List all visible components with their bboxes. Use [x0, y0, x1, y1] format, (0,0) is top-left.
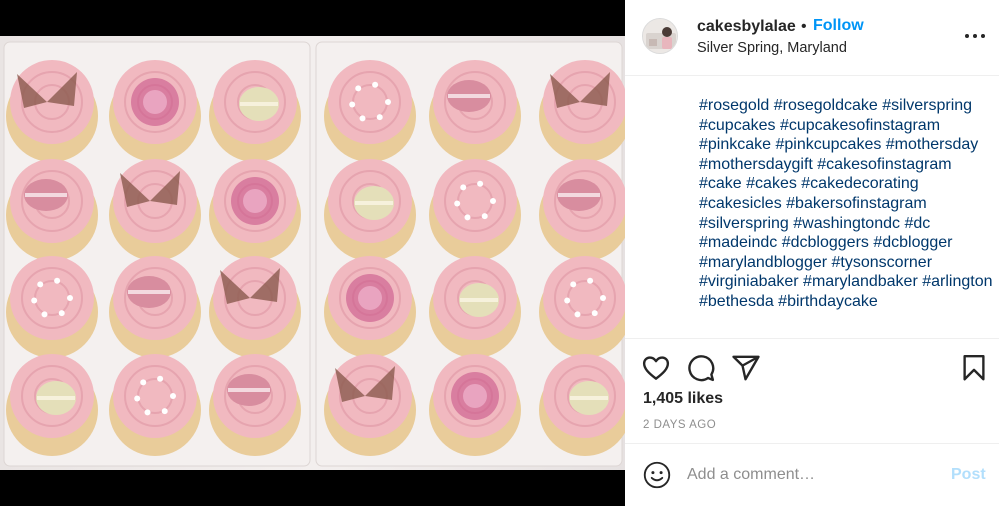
comment-bar: Post [625, 443, 999, 506]
cupcake [6, 159, 98, 261]
cupcake [209, 60, 301, 162]
cupcake [429, 354, 521, 456]
cupcake [109, 60, 201, 162]
cupcake [209, 256, 301, 358]
cupcake [6, 60, 98, 162]
heart-icon[interactable] [641, 353, 671, 383]
more-horizontal-icon[interactable] [963, 26, 987, 46]
cupcake-photo [3, 41, 625, 467]
post-media [0, 0, 625, 506]
post-image[interactable] [0, 36, 625, 470]
cupcake [429, 60, 521, 162]
cupcake [109, 159, 201, 261]
avatar[interactable] [642, 18, 678, 54]
cupcake [324, 60, 416, 162]
cupcake [109, 354, 201, 456]
cupcake [324, 354, 416, 456]
post-comment-button[interactable]: Post [951, 466, 986, 484]
location-link[interactable]: Silver Spring, Maryland [697, 40, 847, 56]
comment-icon[interactable] [686, 353, 716, 383]
follow-button[interactable]: Follow [813, 17, 864, 35]
cupcake [209, 159, 301, 261]
username[interactable]: cakesbylalae [697, 18, 796, 36]
cupcake [324, 159, 416, 261]
share-icon[interactable] [731, 353, 761, 383]
avatar-image [643, 19, 677, 53]
post-header: cakesbylalae • Follow Silver Spring, Mar… [625, 0, 999, 76]
post-sidebar: cakesbylalae • Follow Silver Spring, Mar… [625, 0, 999, 506]
caption: #rosegold #rosegoldcake #silverspring #c… [699, 96, 995, 336]
post-date[interactable]: 2 DAYS AGO [643, 419, 716, 431]
cupcake [429, 256, 521, 358]
cupcake [209, 354, 301, 456]
cupcake [6, 256, 98, 358]
likes-count[interactable]: 1,405 likes [643, 390, 723, 408]
comment-input[interactable] [687, 462, 927, 488]
cupcake [6, 354, 98, 456]
cupcake [429, 159, 521, 261]
cupcake [324, 256, 416, 358]
emoji-icon[interactable] [643, 461, 671, 489]
caption-hashtags[interactable]: #rosegold #rosegoldcake #silverspring #c… [699, 96, 995, 312]
bookmark-icon[interactable] [959, 353, 989, 383]
cupcake [109, 256, 201, 358]
action-bar [625, 338, 999, 382]
separator-dot: • [801, 18, 807, 35]
